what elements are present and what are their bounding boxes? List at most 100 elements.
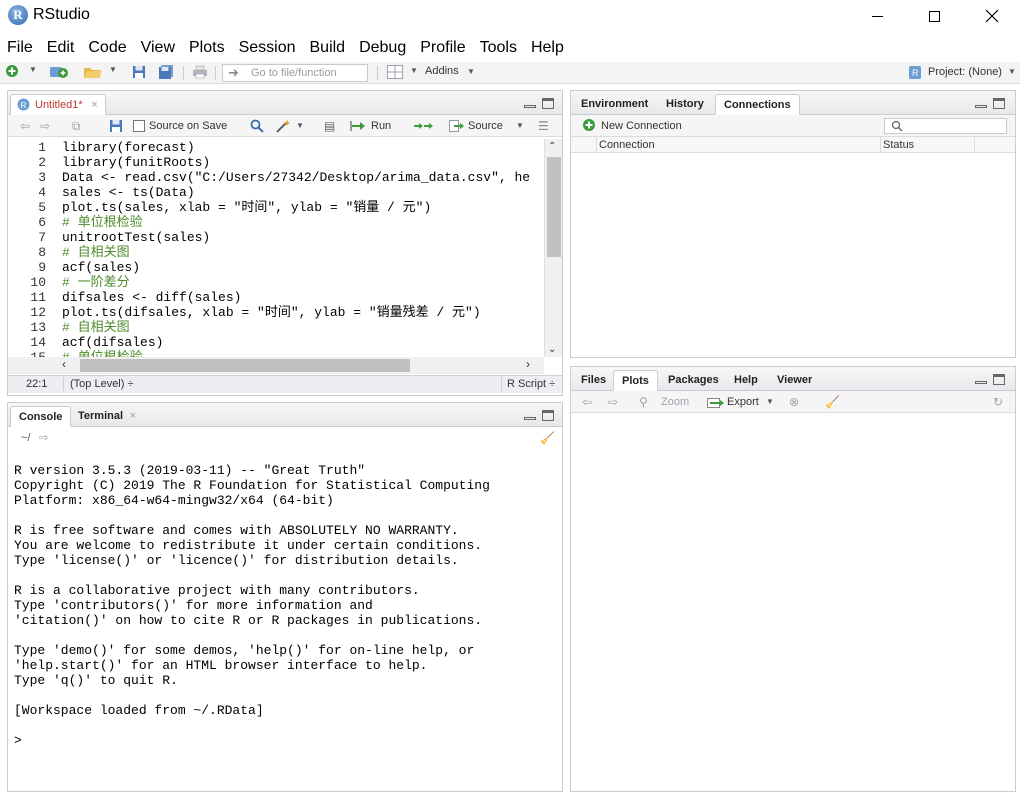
scroll-down-icon[interactable]: ⌄ [548,344,556,355]
scrollbar-thumb[interactable] [80,359,410,372]
new-connection-button[interactable]: New Connection [601,115,682,137]
editor-vertical-scrollbar[interactable]: ⌃ ⌄ [544,139,562,357]
tab-files[interactable]: Files [573,370,614,391]
editor-horizontal-scrollbar[interactable]: ‹ › [8,357,544,374]
rerun-icon[interactable] [413,119,433,136]
chevron-down-icon[interactable]: ▼ [467,67,475,76]
code-line[interactable]: 6 # 单位根检验 [8,215,142,230]
minimize-pane-button[interactable] [524,410,536,421]
minimize-pane-button[interactable] [524,98,536,109]
run-arrow-icon[interactable] [350,119,368,136]
tab-untitled1[interactable]: R Untitled1* × [10,94,106,115]
menu-build[interactable]: Build [303,36,353,60]
export-icon[interactable] [707,395,725,412]
menu-tools[interactable]: Tools [473,36,524,60]
previous-plot-icon[interactable]: ⇦ [582,391,592,413]
maximize-pane-button[interactable] [993,98,1005,109]
zoom-icon[interactable]: ⚲ [639,391,648,413]
code-line[interactable]: 7 unitrootTest(sales) [8,230,210,245]
source-arrow-icon[interactable] [449,119,465,136]
open-folder-icon[interactable] [83,64,103,83]
zoom-button[interactable]: Zoom [661,391,689,413]
print-icon[interactable] [192,65,208,82]
menu-file[interactable]: File [0,36,40,60]
maximize-pane-button[interactable] [542,98,554,109]
code-line[interactable]: 2 library(funitRoots) [8,155,210,170]
maximize-window-button[interactable] [905,0,963,32]
scope-selector[interactable]: (Top Level) ÷ [70,378,134,390]
save-icon[interactable] [132,65,146,82]
goto-dir-arrow-icon[interactable]: ⇨ [39,427,48,449]
code-line[interactable]: 10 # 一阶差分 [8,275,129,290]
scroll-left-icon[interactable]: ‹ [62,357,66,371]
minimize-window-button[interactable] [848,0,906,32]
maximize-pane-button[interactable] [993,374,1005,385]
minimize-pane-button[interactable] [975,374,987,385]
chevron-down-icon[interactable]: ▼ [296,121,304,130]
wand-icon[interactable] [276,119,292,136]
menu-session[interactable]: Session [232,36,303,60]
minimize-pane-button[interactable] [975,98,987,109]
chevron-down-icon[interactable]: ▼ [516,121,524,130]
next-plot-icon[interactable]: ⇨ [608,391,618,413]
tab-help[interactable]: Help [726,370,766,391]
broom-icon[interactable]: 🧹 [825,391,840,413]
run-button[interactable]: Run [371,115,391,137]
grid-layout-icon[interactable] [387,65,403,82]
tab-connections[interactable]: Connections [715,94,800,115]
tab-history[interactable]: History [658,94,712,115]
new-project-icon[interactable] [49,64,69,83]
back-arrow-icon[interactable]: ⇦ [20,115,30,137]
code-line[interactable]: 11 difsales <- diff(sales) [8,290,241,305]
addins-button[interactable]: Addins [425,65,459,77]
save-icon[interactable] [109,119,123,136]
code-editor[interactable]: 1 library(forecast) 2 library(funitRoots) 3 D… [8,139,544,359]
scroll-right-icon[interactable]: › [526,357,530,371]
code-line[interactable]: 8 # 自相关图 [8,245,129,260]
scroll-up-icon[interactable]: ⌃ [548,141,556,152]
magnifier-icon[interactable] [250,119,264,136]
code-line[interactable]: 14 acf(difsales) [8,335,163,350]
chevron-down-icon[interactable]: ▼ [410,66,418,75]
refresh-icon[interactable]: ↻ [993,391,1003,413]
console-output[interactable]: R version 3.5.3 (2019-03-11) -- "Great T… [8,451,562,791]
menu-debug[interactable]: Debug [352,36,413,60]
plus-icon[interactable] [582,118,596,135]
menu-help[interactable]: Help [524,36,571,60]
show-in-window-icon[interactable]: ⧉ [72,115,81,137]
project-menu[interactable]: Project: (None) [928,66,1002,78]
code-line[interactable]: 5 plot.ts(sales, xlab = "时间", ylab = "销量 … [8,200,431,215]
close-window-button[interactable] [963,0,1020,32]
menu-edit[interactable]: Edit [40,36,82,60]
tab-packages[interactable]: Packages [660,370,727,391]
tab-plots[interactable]: Plots [613,370,658,391]
save-all-icon[interactable] [158,65,174,82]
close-tab-icon[interactable]: × [91,95,97,115]
chevron-down-icon[interactable]: ▼ [766,397,774,406]
source-on-save-checkbox[interactable] [133,120,145,132]
code-line[interactable]: 3 Data <- read.csv("C:/Users/27342/Deskto… [8,170,530,185]
column-header-status[interactable]: Status [881,137,975,153]
broom-icon[interactable]: 🧹 [540,427,555,449]
outline-icon[interactable]: ▤ [324,115,335,137]
column-header-connection[interactable]: Connection [597,137,881,153]
menu-plots[interactable]: Plots [182,36,232,60]
tab-console[interactable]: Console [10,406,72,427]
code-line[interactable]: 13 # 自相关图 [8,320,129,335]
maximize-pane-button[interactable] [542,410,554,421]
menu-profile[interactable]: Profile [413,36,472,60]
code-line[interactable]: 1 library(forecast) [8,140,194,155]
chevron-down-icon[interactable]: ▼ [29,65,37,74]
close-tab-icon[interactable]: × [130,406,136,426]
goto-file-function-input[interactable]: Go to file/function [222,64,368,82]
chevron-down-icon[interactable]: ▼ [1008,67,1016,76]
scrollbar-thumb[interactable] [547,157,561,257]
menu-code[interactable]: Code [81,36,133,60]
code-line[interactable]: 9 acf(sales) [8,260,140,275]
code-line[interactable]: 12 plot.ts(difsales, xlab = "时间", ylab = … [8,305,480,320]
tab-environment[interactable]: Environment [573,94,656,115]
new-file-plus-icon[interactable] [5,64,19,81]
code-line[interactable]: 4 sales <- ts(Data) [8,185,194,200]
menu-view[interactable]: View [134,36,182,60]
lines-menu-icon[interactable]: ☰ [538,115,549,137]
